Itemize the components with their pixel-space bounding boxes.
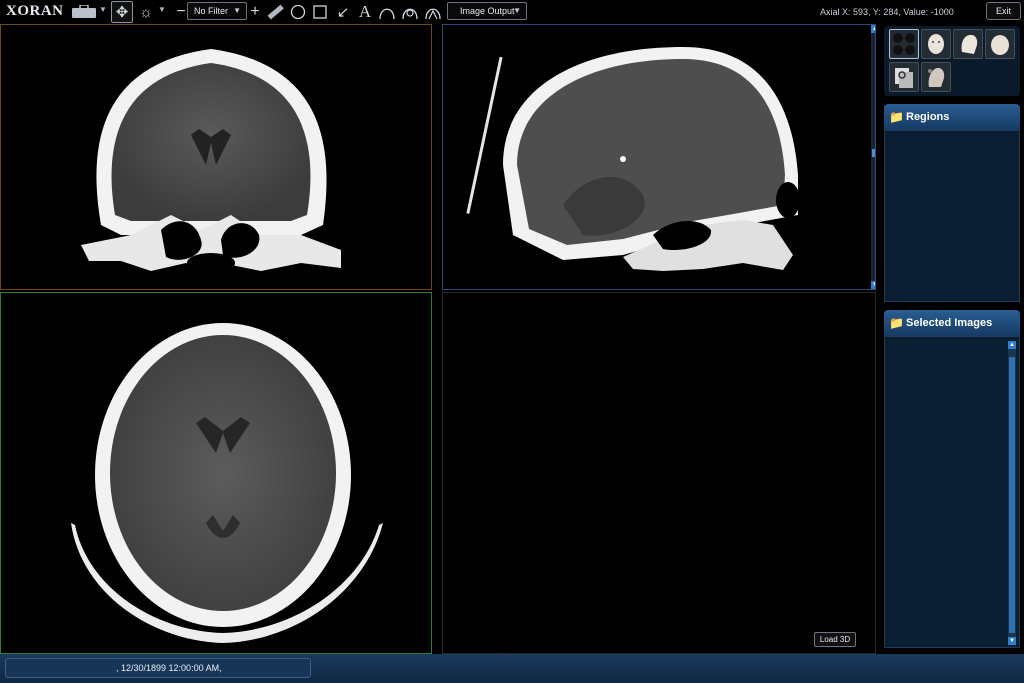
app-logo: XORAN (6, 3, 64, 19)
rectangle-icon[interactable] (310, 2, 330, 22)
curve-icon[interactable] (377, 2, 397, 22)
folder-icon: 📁 (889, 110, 904, 124)
selected-images-scrollbar[interactable]: ▲ ▼ (1008, 341, 1016, 645)
selected-images-title: Selected Images (906, 317, 993, 329)
brightness-icon[interactable]: ☼ (136, 2, 156, 22)
filter-select[interactable]: No Filter ▼ (187, 2, 247, 20)
toolbox-caret-icon[interactable]: ▼ (99, 5, 107, 14)
axial-viewport[interactable]: ▲ ▼ (0, 292, 432, 654)
scroll-thumb[interactable] (872, 149, 875, 157)
load-3d-button[interactable]: Load 3D (814, 632, 856, 647)
sagittal-ct-image (466, 47, 800, 271)
pan-icon[interactable]: ✥ (111, 1, 133, 23)
selected-images-header[interactable]: 📁 Selected Images (884, 310, 1020, 336)
angle-curve-icon[interactable] (423, 2, 443, 22)
scroll-down-icon[interactable]: ▼ (1008, 637, 1016, 645)
toolbox-icon[interactable] (70, 2, 98, 22)
head-top-icon[interactable] (985, 29, 1015, 59)
head-profile-icon[interactable] (921, 62, 951, 92)
layout-thumbnails (884, 26, 1020, 96)
regions-list[interactable] (884, 130, 1020, 302)
ruler-icon[interactable] (265, 2, 285, 22)
status-text: , 12/30/1899 12:00:00 AM, (5, 658, 311, 678)
selected-images-list[interactable]: ▲ ▼ (884, 336, 1020, 648)
status-bar: , 12/30/1899 12:00:00 AM, (0, 654, 1024, 683)
arrow-icon[interactable]: ↙ (333, 2, 353, 22)
pixel-readout: Axial X: 593, Y: 284, Value: -1000 (820, 7, 954, 17)
axial-ct-image (71, 323, 383, 643)
image-output-value: Image Output (460, 6, 515, 16)
toolbar: XORAN ▼ ✥ ☼ ▼ − No Filter ▼ + ↙ A Image … (0, 0, 1024, 24)
regions-title: Regions (906, 111, 950, 123)
ellipse-icon[interactable] (288, 2, 308, 22)
multi-view-icon[interactable] (889, 29, 919, 59)
multi-curve-icon[interactable] (400, 2, 420, 22)
coronal-ct-image (81, 49, 341, 273)
head-front-icon[interactable] (921, 29, 951, 59)
folder-icon: 📁 (889, 316, 904, 330)
brightness-caret-icon[interactable]: ▼ (158, 5, 166, 14)
head-side-icon[interactable] (953, 29, 983, 59)
zoom-in-icon[interactable]: + (245, 2, 265, 22)
filter-select-value: No Filter (194, 6, 229, 16)
text-icon[interactable]: A (355, 2, 375, 22)
regions-header[interactable]: 📁 Regions (884, 104, 1020, 130)
filter-chevron-down-icon: ▼ (233, 6, 241, 15)
scroll-up-icon[interactable]: ▲ (1008, 341, 1016, 349)
scroll-thumb[interactable] (1009, 357, 1015, 633)
sagittal-scrollbar[interactable]: ▲ ▼ (871, 25, 875, 289)
scroll-up-icon[interactable]: ▲ (871, 25, 875, 33)
output-chevron-down-icon: ▼ (513, 6, 521, 15)
sagittal-viewport[interactable]: ▲ ▼ (442, 24, 876, 290)
scroll-down-icon[interactable]: ▼ (871, 281, 875, 289)
3d-viewport[interactable] (442, 292, 876, 654)
image-output-select[interactable]: Image Output ▼ (447, 2, 527, 20)
coronal-viewport[interactable]: ▲ ▼ (0, 24, 432, 290)
image-stack-icon[interactable] (889, 62, 919, 92)
exit-button[interactable]: Exit (986, 2, 1021, 20)
